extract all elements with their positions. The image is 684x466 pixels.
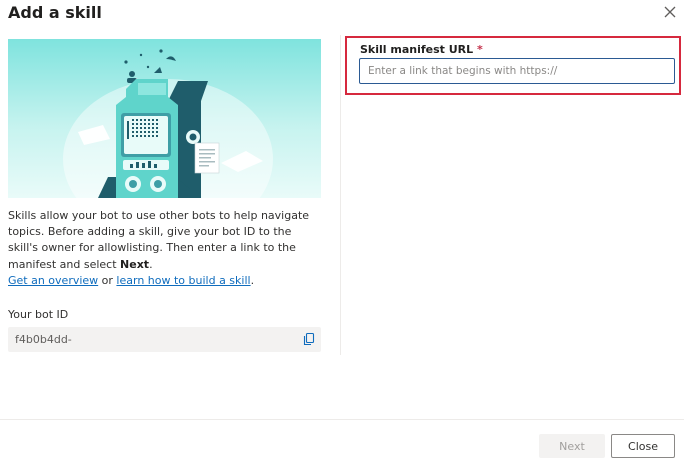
copy-icon[interactable] — [302, 332, 316, 346]
footer-divider — [0, 419, 684, 420]
required-asterisk: * — [473, 43, 483, 56]
bot-id-field: f4b0b4dd- — [8, 327, 321, 352]
close-button[interactable]: Close — [611, 434, 675, 458]
bot-id-label: Your bot ID — [8, 308, 69, 321]
description-text: Skills allow your bot to use other bots … — [8, 209, 310, 271]
description-next-bold: Next — [120, 257, 150, 271]
close-icon[interactable] — [663, 5, 677, 19]
skill-description: Skills allow your bot to use other bots … — [8, 208, 324, 289]
skill-illustration — [8, 39, 321, 198]
url-label-text: Skill manifest URL — [360, 43, 474, 56]
or-text: or — [98, 273, 117, 287]
skill-manifest-url-input[interactable] — [359, 58, 675, 84]
learn-build-skill-link[interactable]: learn how to build a skill — [116, 274, 250, 287]
description-period: . — [149, 257, 153, 271]
link-end-period: . — [250, 273, 255, 287]
bot-id-value: f4b0b4dd- — [15, 333, 72, 346]
column-divider — [340, 35, 341, 355]
dialog-title: Add a skill — [8, 3, 102, 22]
get-overview-link[interactable]: Get an overview — [8, 274, 98, 287]
next-button[interactable]: Next — [539, 434, 605, 458]
skill-manifest-url-label: Skill manifest URL * — [360, 43, 483, 56]
